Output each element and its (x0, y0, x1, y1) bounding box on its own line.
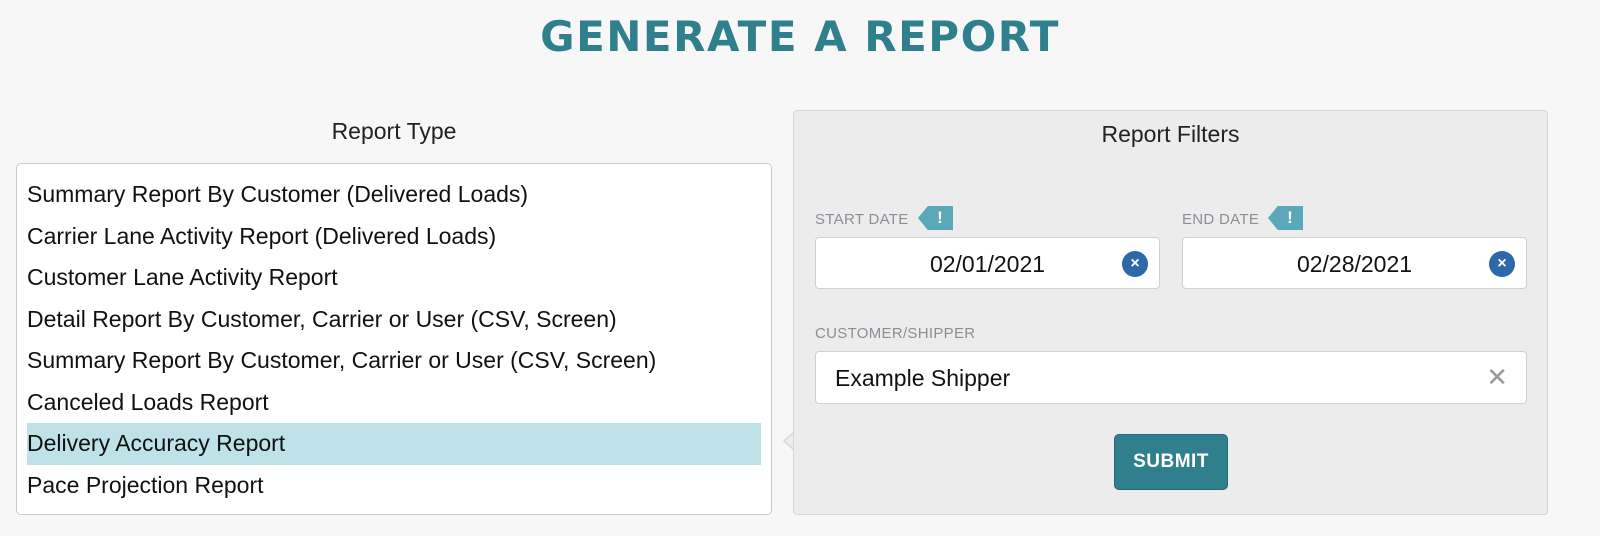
customer-clear-icon[interactable]: ✕ (1486, 352, 1508, 402)
end-date-label: END DATE (1182, 211, 1260, 228)
report-type-option[interactable]: Pace Projection Report (27, 465, 761, 507)
submit-button[interactable]: SUBMIT (1114, 434, 1228, 490)
start-date-value: 02/01/2021 (929, 251, 1046, 277)
report-type-option[interactable]: Summary Report By Customer (Delivered Lo… (27, 174, 761, 216)
report-type-option[interactable]: Canceled Loads Report (27, 382, 761, 424)
customer-shipper-label: CUSTOMER/SHIPPER (815, 325, 976, 342)
report-type-option[interactable]: Customer Lane Activity Report (27, 257, 761, 299)
report-filters-heading: Report Filters (1101, 121, 1240, 147)
report-type-option[interactable]: Detail Report By Customer, Carrier or Us… (27, 299, 761, 341)
required-alert-icon: ! (1268, 206, 1303, 230)
report-type-heading: Report Type (331, 118, 457, 144)
required-alert-icon: ! (918, 206, 953, 230)
customer-shipper-value: Example Shipper (835, 365, 1011, 391)
customer-shipper-select[interactable]: Example Shipper ✕ (815, 351, 1527, 404)
end-date-clear-icon[interactable]: × (1489, 251, 1515, 277)
page-title: GENERATE A REPORT (540, 12, 1060, 61)
end-date-value: 02/28/2021 (1296, 251, 1413, 277)
start-date-field[interactable]: 02/01/2021 × (815, 237, 1160, 289)
report-filters-panel: Report Filters START DATE ! 02/01/2021 ×… (793, 110, 1548, 515)
start-date-label: START DATE (815, 211, 909, 228)
start-date-clear-icon[interactable]: × (1122, 251, 1148, 277)
report-type-option-selected[interactable]: Delivery Accuracy Report (27, 423, 761, 465)
report-type-list: Summary Report By Customer (Delivered Lo… (16, 163, 772, 515)
report-type-option[interactable]: Summary Report By Customer, Carrier or U… (27, 340, 761, 382)
report-type-option[interactable]: Carrier Lane Activity Report (Delivered … (27, 216, 761, 258)
end-date-field[interactable]: 02/28/2021 × (1182, 237, 1527, 289)
